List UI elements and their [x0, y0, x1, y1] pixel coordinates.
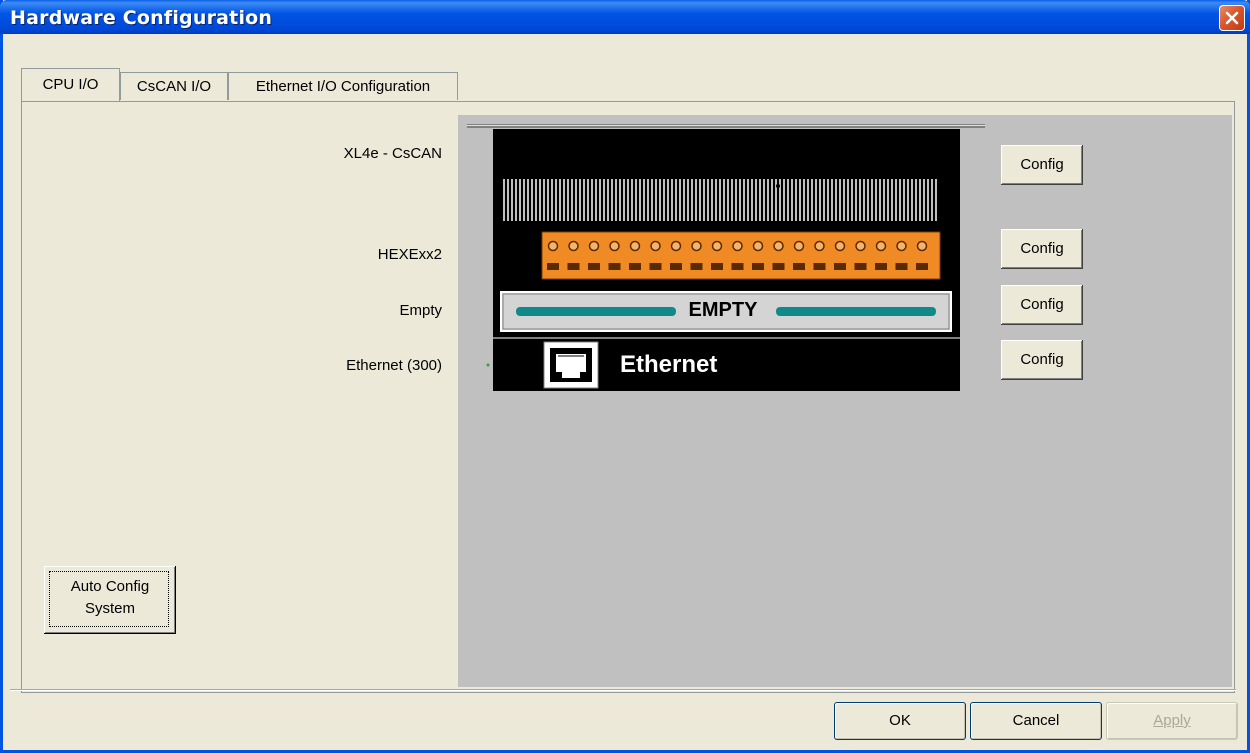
- module-label-hexexx2: HEXExx2: [377, 246, 442, 263]
- title-bar[interactable]: Hardware Configuration: [0, 0, 1250, 34]
- ok-button[interactable]: OK: [834, 702, 966, 740]
- tab-cscan-io[interactable]: CsCAN I/O: [120, 72, 228, 100]
- ethernet-module: [486, 337, 960, 391]
- auto-config-system-button[interactable]: Auto Config System: [44, 566, 176, 634]
- terminal-block: [541, 231, 941, 280]
- config-button-xl4e[interactable]: Config: [1001, 145, 1083, 185]
- cpu-vent-slots: [503, 179, 937, 221]
- config-button-ethernet[interactable]: Config: [1001, 340, 1083, 380]
- footer-separator: [10, 689, 1236, 691]
- tab-cpu-io[interactable]: CPU I/O: [21, 68, 120, 101]
- module-label-ethernet: Ethernet (300): [346, 357, 442, 374]
- close-button[interactable]: [1219, 5, 1245, 31]
- module-label-empty: Empty: [399, 302, 442, 319]
- window-title: Hardware Configuration: [10, 7, 273, 29]
- config-button-hexexx2[interactable]: Config: [1001, 229, 1083, 269]
- auto-config-line2: System: [84, 600, 135, 617]
- ethernet-slot-text: Ethernet: [620, 351, 718, 378]
- module-label-xl4e: XL4e - CsCAN: [343, 145, 442, 162]
- empty-slot-text: EMPTY: [688, 299, 758, 321]
- auto-config-line1: Auto Config: [70, 578, 150, 595]
- cancel-button[interactable]: Cancel: [970, 702, 1102, 740]
- apply-button[interactable]: Apply: [1106, 702, 1238, 740]
- rack-graphic: [467, 124, 985, 391]
- close-icon: [1225, 11, 1239, 25]
- tab-ethernet-io-configuration[interactable]: Ethernet I/O Configuration: [228, 72, 458, 100]
- config-button-empty[interactable]: Config: [1001, 285, 1083, 325]
